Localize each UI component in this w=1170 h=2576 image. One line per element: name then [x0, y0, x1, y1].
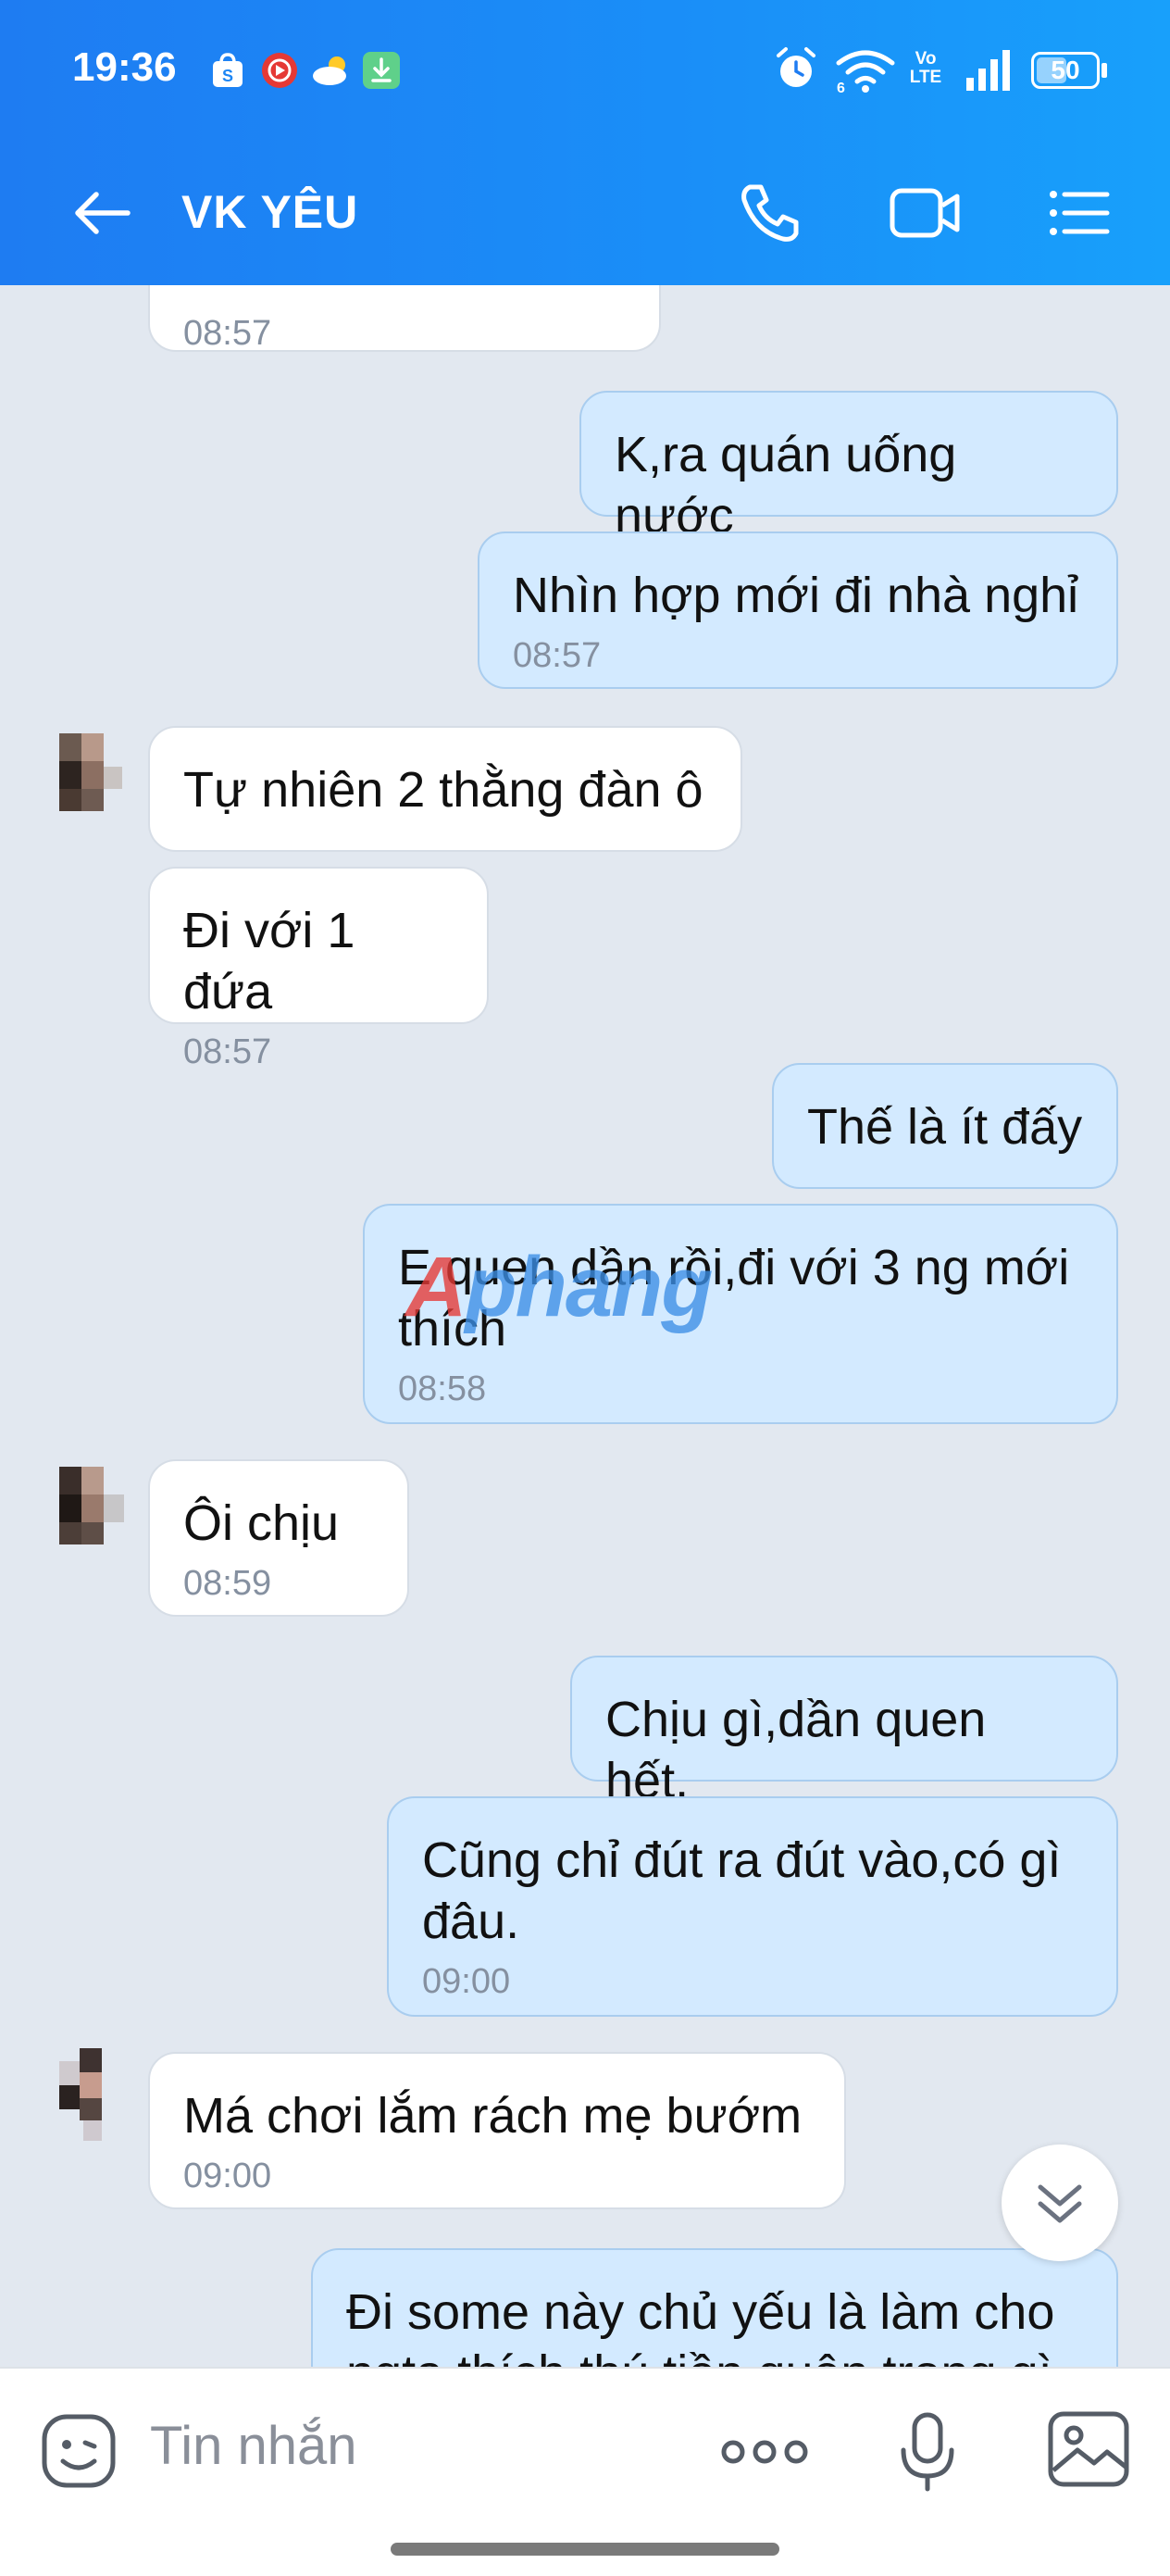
sticker-icon[interactable]	[39, 2411, 118, 2495]
message-bubble-incoming[interactable]: 08:57	[148, 285, 661, 353]
wifi-icon: 6	[833, 46, 898, 99]
navigation-bar: VK YÊU	[0, 167, 1170, 259]
message-bubble-outgoing[interactable]: Cũng chỉ đút ra đút vào,có gì đâu. 09:00	[387, 1796, 1118, 2017]
message-time: 09:00	[422, 1962, 511, 2001]
avatar[interactable]	[56, 730, 130, 819]
message-text: Nhìn hợp mới đi nhà nghỉ	[513, 568, 1079, 623]
message-bubble-outgoing[interactable]: Thế là ít đấy	[772, 1063, 1118, 1189]
list-menu-icon[interactable]	[1046, 180, 1113, 251]
more-dots-icon[interactable]	[720, 2433, 809, 2475]
message-text: Đi some này chủ yếu là làm cho ngta thíc…	[346, 2284, 1055, 2367]
watermark-logo: Aphang	[405, 1239, 713, 1336]
video-call-icon[interactable]	[889, 180, 963, 251]
message-time: 08:59	[183, 1564, 272, 1603]
message-time: 08:58	[398, 1369, 487, 1408]
contact-name[interactable]: VK YÊU	[181, 185, 358, 239]
message-text: Tự nhiên 2 thằng đàn ô	[183, 762, 703, 818]
message-text: Má chơi lắm rách mẹ bướm	[183, 2088, 803, 2144]
message-time: 08:57	[513, 636, 602, 675]
message-bubble-outgoing[interactable]: Nhìn hợp mới đi nhà nghỉ 08:57	[478, 531, 1118, 689]
message-bubble-incoming[interactable]: Má chơi lắm rách mẹ bướm 09:00	[148, 2052, 846, 2209]
message-bubble-outgoing[interactable]: Chịu gì,dần quen hết.	[570, 1656, 1118, 1808]
phone-icon[interactable]	[737, 180, 803, 251]
message-bubble-incoming[interactable]: Đi với 1 đứa 08:57	[148, 867, 489, 1071]
message-text: K,ra quán uống nước	[615, 427, 957, 544]
alarm-icon	[774, 46, 818, 97]
message-text: Chịu gì,dần quen hết.	[605, 1692, 987, 1808]
wifi-label: 6	[837, 81, 845, 94]
volte-icon: Vo LTE	[907, 50, 944, 87]
battery-level: 50	[1051, 56, 1080, 84]
back-arrow-icon[interactable]	[70, 187, 133, 244]
message-bubble-incoming[interactable]: Ôi chịu 08:59	[148, 1459, 409, 1617]
message-text: Ôi chịu	[183, 1495, 340, 1551]
message-bubble-outgoing[interactable]: K,ra quán uống nước	[579, 391, 1118, 544]
double-chevron-down-icon	[1038, 2184, 1082, 2223]
status-bar: 19:36 S 6 Vo LTE 50	[0, 37, 1170, 102]
image-icon[interactable]	[1046, 2409, 1131, 2494]
microphone-icon[interactable]	[898, 2409, 957, 2499]
status-time: 19:36	[72, 44, 177, 90]
signal-icon	[963, 46, 1014, 99]
chat-header: 19:36 S 6 Vo LTE 50 VK YÊU	[0, 0, 1170, 285]
shopee-icon: S	[209, 52, 246, 89]
watermark-initial: A	[405, 1240, 467, 1334]
download-icon	[363, 52, 400, 89]
home-indicator[interactable]	[391, 2543, 779, 2556]
message-time: 09:00	[183, 2157, 272, 2195]
message-text: Thế là ít đấy	[807, 1099, 1083, 1155]
message-bubble-incoming[interactable]: Tự nhiên 2 thằng đàn ô	[148, 726, 742, 852]
message-input[interactable]: Tin nhắn	[150, 2415, 357, 2477]
avatar[interactable]	[56, 1463, 130, 1552]
message-input-bar: Tin nhắn	[0, 2367, 1170, 2576]
volte-label: Vo LTE	[909, 49, 942, 87]
weather-icon	[311, 52, 348, 89]
battery-icon: 50	[1031, 52, 1100, 89]
scroll-to-bottom-button[interactable]	[1002, 2145, 1118, 2261]
svg-text:S: S	[222, 67, 233, 85]
message-time: 08:57	[183, 1032, 272, 1071]
message-bubble-outgoing[interactable]: Đi some này chủ yếu là làm cho ngta thíc…	[311, 2248, 1118, 2367]
message-text: Cũng chỉ đút ra đút vào,có gì đâu.	[422, 1832, 1062, 1949]
avatar[interactable]	[56, 2048, 130, 2141]
message-time: 08:57	[183, 314, 272, 353]
watermark-text: phang	[465, 1240, 713, 1334]
youtube-music-icon	[261, 52, 298, 89]
message-text: Đi với 1 đứa	[183, 903, 355, 1019]
